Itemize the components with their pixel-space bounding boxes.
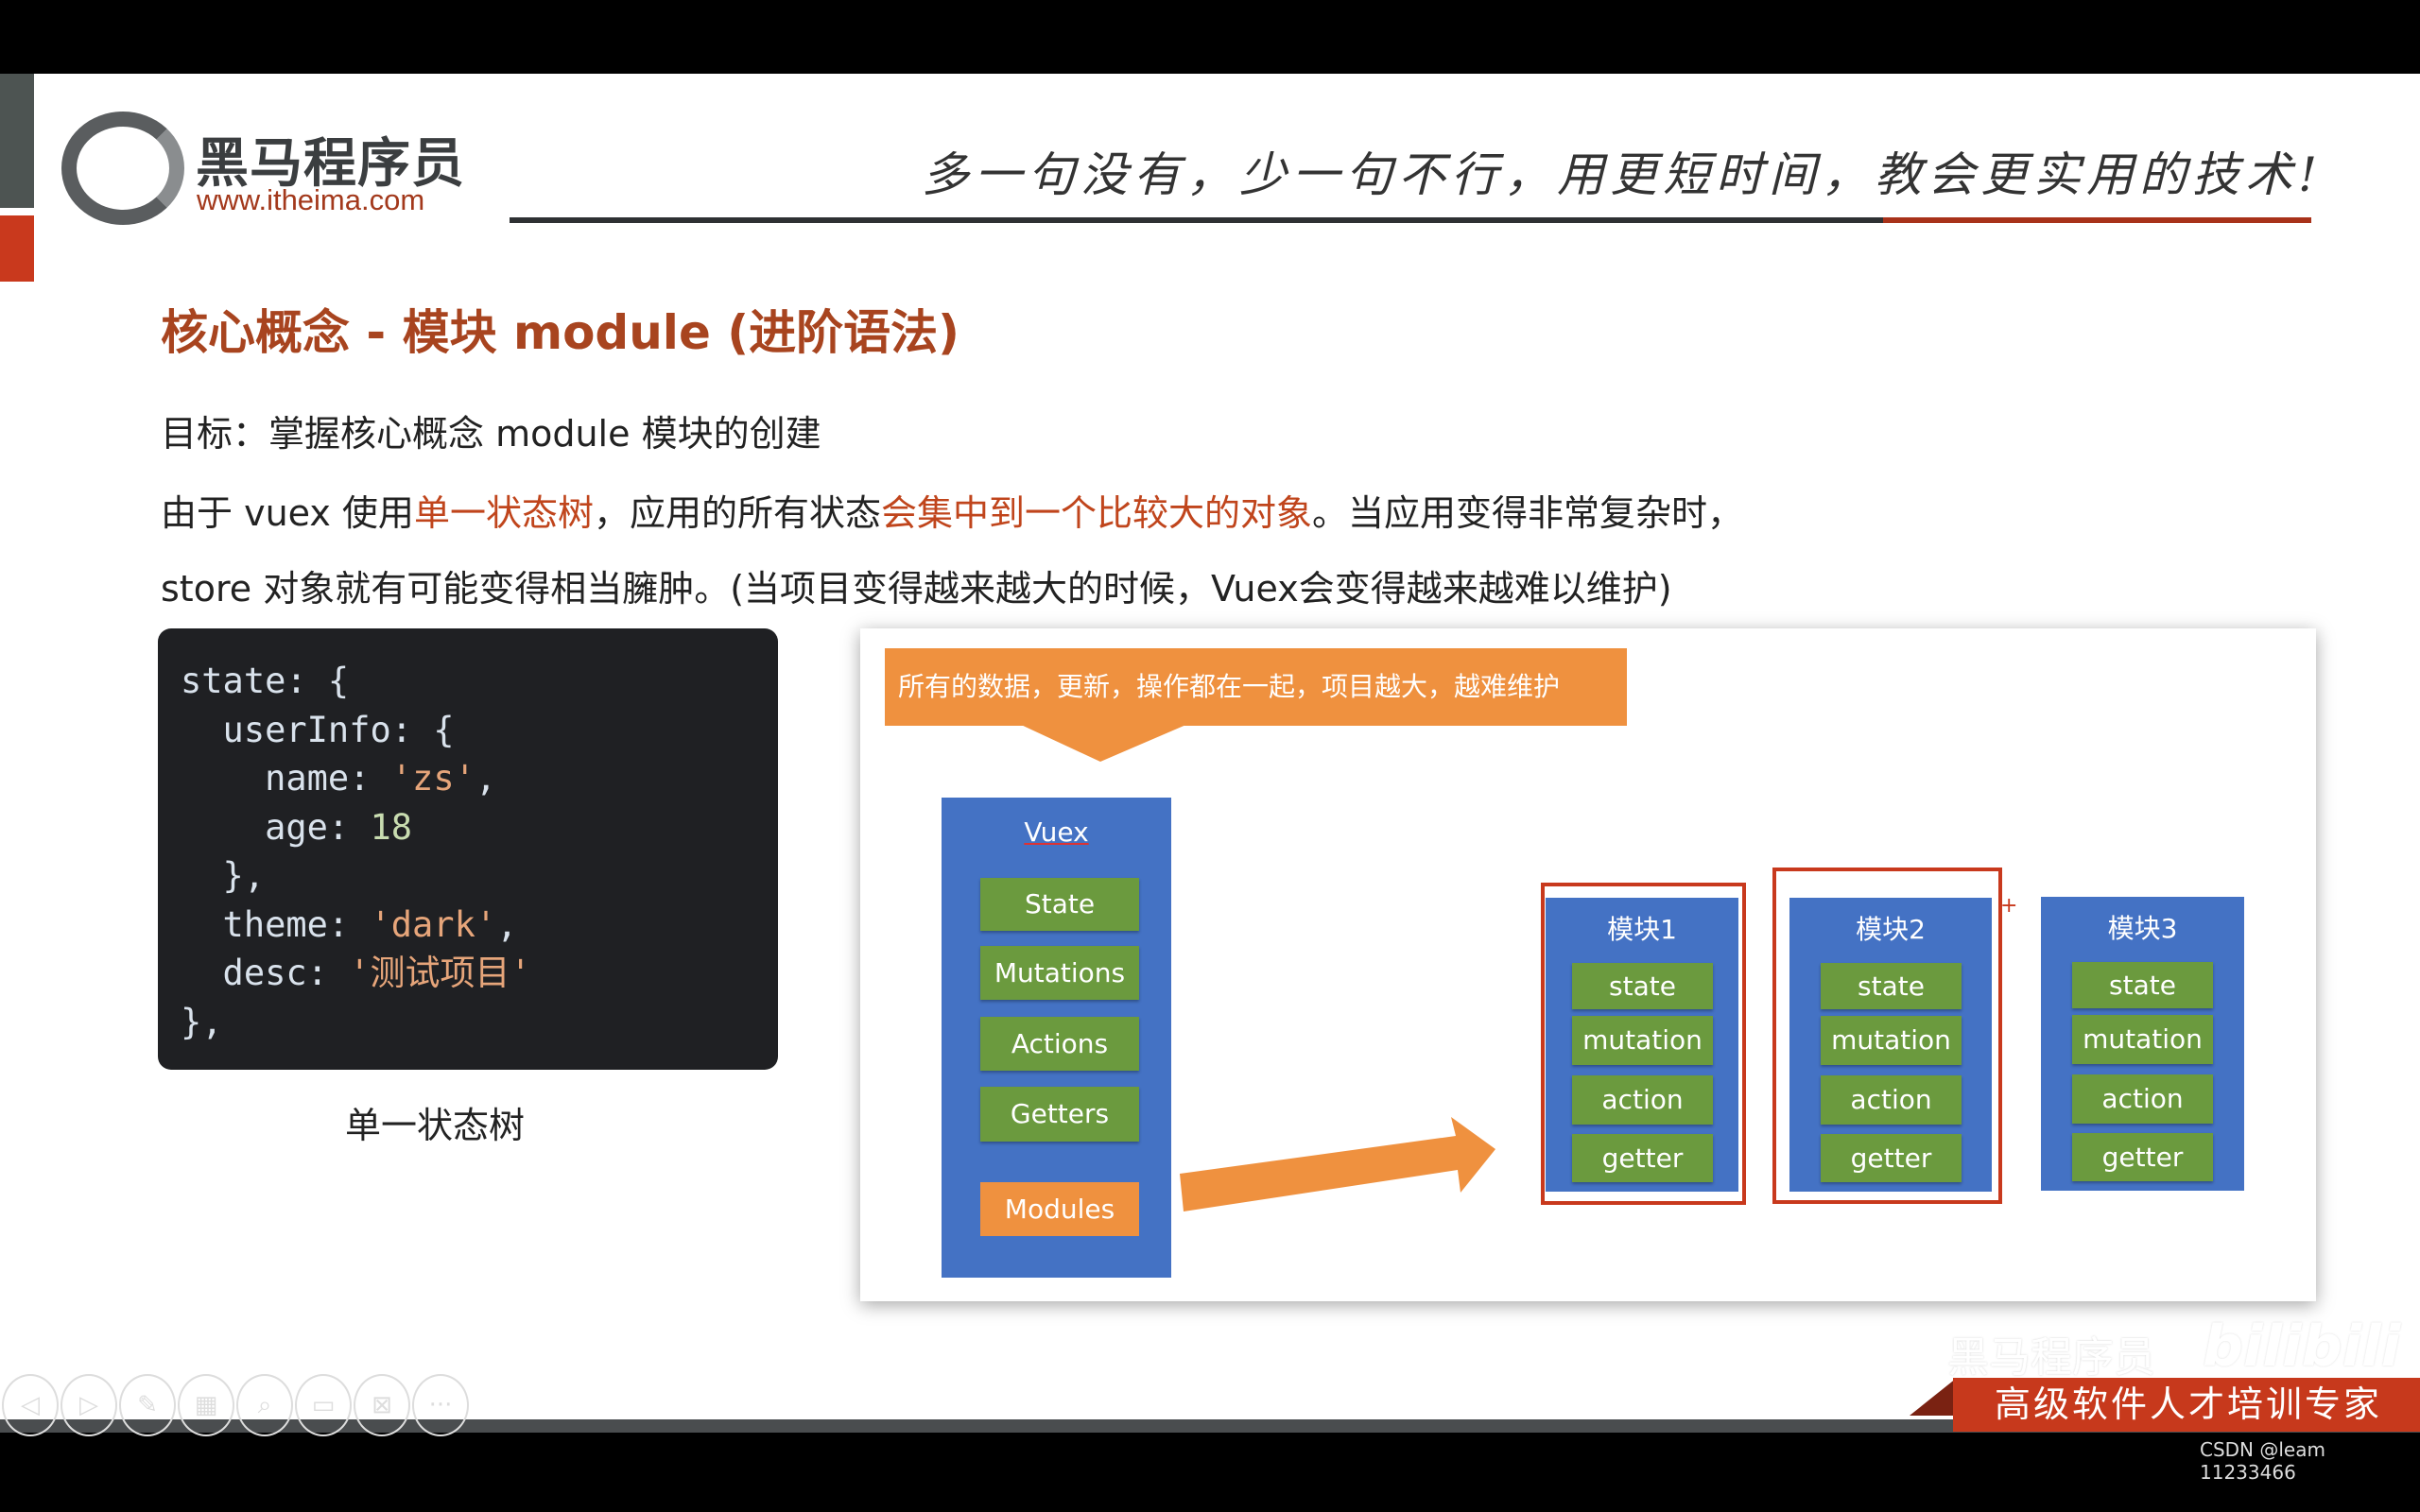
pen-icon[interactable]: ✎	[119, 1374, 176, 1436]
watermark-bilibili: bilibili	[2203, 1314, 2401, 1380]
module-item-mutation: mutation	[1821, 1016, 1962, 1065]
slides-icon[interactable]: ▦	[178, 1374, 234, 1436]
vuex-mutations: Mutations	[980, 946, 1139, 1000]
arrow-icon	[1180, 1117, 1495, 1211]
module-item-action: action	[1572, 1075, 1713, 1125]
text: 。当应用变得非常复杂时，	[1311, 492, 1743, 534]
module-1: 模块1 state mutation action getter	[1546, 898, 1738, 1192]
header-divider-accent	[1883, 217, 2311, 223]
paragraph-line-1: 由于 vuex 使用单一状态树，应用的所有状态会集中到一个比较大的对象。当应用变…	[161, 484, 1743, 536]
module-item-getter: getter	[2072, 1133, 2213, 1181]
decor-strip-red	[0, 215, 34, 282]
module-item-getter: getter	[1821, 1134, 1962, 1182]
slide-title: 核心概念 - 模块 module (进阶语法)	[161, 305, 959, 360]
zoom-icon[interactable]: ⌕	[236, 1374, 293, 1436]
module-item-state: state	[1821, 963, 1962, 1009]
screen-icon[interactable]: ▭	[295, 1374, 352, 1436]
highlight-text: 会集中到一个比较大的对象	[880, 492, 1312, 534]
logo-url: www.itheima.com	[197, 183, 425, 216]
hide-icon[interactable]: ⊠	[354, 1374, 410, 1436]
module-item-state: state	[1572, 963, 1713, 1009]
code-block: state: { userInfo: { name: 'zs', age: 18…	[158, 628, 778, 1070]
callout-pointer	[1019, 724, 1188, 762]
paragraph-line-2: store 对象就有可能变得相当臃肿。(当项目变得越来越大的时候，Vuex会变得…	[161, 568, 1672, 610]
text: 由于 vuex 使用	[161, 492, 414, 534]
goal-text: 目标：掌握核心概念 module 模块的创建	[161, 413, 821, 455]
module-item-mutation: mutation	[2072, 1015, 2213, 1064]
decor-strip-gray	[0, 74, 34, 208]
module-3: 模块3 state mutation action getter	[2041, 897, 2244, 1191]
previous-icon[interactable]: ◁	[2, 1374, 59, 1436]
header-divider	[510, 217, 1883, 223]
module-title: 模块2	[1856, 914, 1926, 945]
vuex-actions: Actions	[980, 1017, 1139, 1071]
module-item-getter: getter	[1572, 1134, 1713, 1182]
slogan: 多一句没有，少一句不行，用更短时间，教会更实用的技术!	[922, 147, 2324, 202]
module-title: 模块3	[2107, 913, 2178, 944]
vuex-column: Vuex State Mutations Actions Getters Mod…	[942, 798, 1171, 1278]
vuex-title: Vuex	[1024, 816, 1089, 848]
callout-box: 所有的数据，更新，操作都在一起，项目越大，越难维护	[885, 648, 1627, 726]
module-item-action: action	[2072, 1074, 2213, 1124]
vuex-state: State	[980, 878, 1139, 931]
highlight-text: 单一状态树	[413, 492, 594, 534]
module-item-state: state	[2072, 962, 2213, 1008]
cursor-marker: +	[2000, 894, 2018, 918]
module-title: 模块1	[1607, 914, 1677, 945]
vuex-modules: Modules	[980, 1182, 1139, 1236]
more-icon[interactable]: ···	[412, 1374, 469, 1436]
module-2: 模块2 state mutation action getter	[1789, 898, 1992, 1192]
logo-icon	[61, 112, 184, 225]
module-item-action: action	[1821, 1075, 1962, 1125]
watermark-logo: 黑马程序员	[1947, 1333, 2155, 1382]
credit-text: CSDN @leam 11233466	[2200, 1438, 2325, 1484]
vuex-getters: Getters	[980, 1087, 1139, 1142]
text: ，应用的所有状态	[593, 492, 881, 534]
footer-ribbon: 高级软件人才培训专家	[1953, 1378, 2420, 1432]
ribbon-fold	[1910, 1378, 1957, 1416]
next-icon[interactable]: ▷	[60, 1374, 117, 1436]
code-caption: 单一状态树	[344, 1105, 525, 1146]
module-item-mutation: mutation	[1572, 1016, 1713, 1065]
